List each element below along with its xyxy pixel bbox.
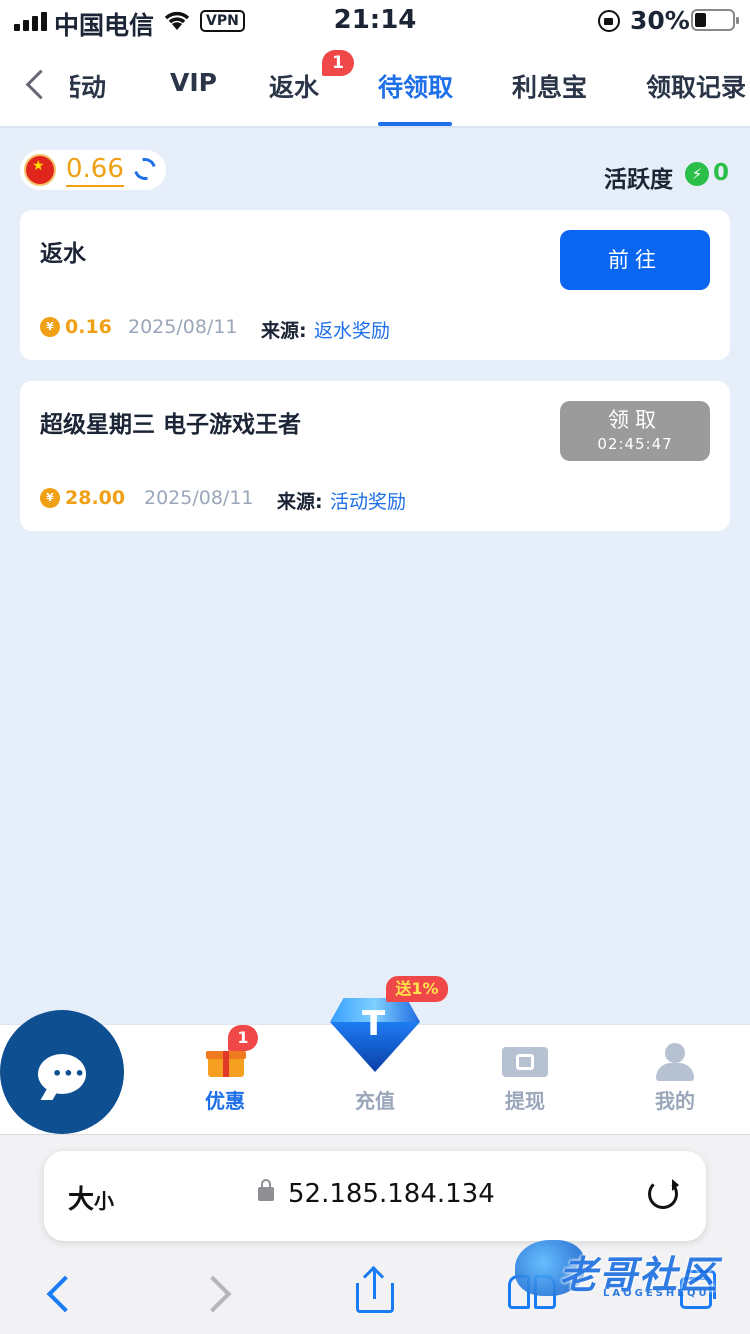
source-value: 返水奖励 — [314, 320, 391, 342]
claim-button-label: 领取 — [608, 408, 662, 432]
claim-countdown: 02:45:47 — [597, 435, 673, 453]
battery-icon — [691, 9, 739, 31]
tab-offers[interactable]: 优惠 — [150, 1025, 300, 1135]
tab-profile-label: 我的 — [655, 1089, 695, 1113]
source-label: 来源: — [261, 320, 307, 342]
deposit-promo-badge: 送1% — [386, 976, 448, 1002]
reward-card: 返水 前往 ¥ 0.16 2025/08/11 来源: 返水奖励 — [20, 210, 730, 360]
share-icon[interactable] — [356, 1269, 394, 1313]
status-bar: 中国电信 VPN 21:14 30% — [0, 0, 750, 40]
reward-card: 超级星期三 电子游戏王者 领取 02:45:47 ¥ 28.00 2025/08… — [20, 381, 730, 531]
go-button[interactable]: 前往 — [560, 230, 710, 290]
tab-claim-history[interactable]: 领取记录 — [646, 68, 746, 104]
reward-title: 返水 — [40, 241, 86, 267]
text-size-button[interactable]: 大小 — [68, 1179, 114, 1216]
tab-offers-label: 优惠 — [205, 1089, 245, 1113]
claim-button[interactable]: 领取 02:45:47 — [560, 401, 710, 461]
tab-withdraw-label: 提现 — [505, 1089, 545, 1113]
offers-badge: 1 — [228, 1025, 258, 1051]
coin-icon: ¥ — [40, 488, 60, 508]
tab-strip: 活动 VIP 返水 待领取 利息宝 领取记录 — [70, 40, 750, 128]
tab-rebate[interactable]: 返水 — [269, 68, 319, 104]
reload-icon[interactable] — [648, 1179, 679, 1209]
user-icon — [656, 1043, 694, 1081]
lock-icon — [258, 1179, 274, 1201]
activity-label: 活跃度 — [604, 167, 673, 193]
reward-date: 2025/08/11 — [128, 316, 238, 338]
orientation-lock-icon — [598, 10, 620, 32]
china-flag-icon — [24, 154, 56, 186]
watermark-subtext: LAOGESHEQU — [603, 1288, 710, 1299]
ticket-icon — [502, 1047, 548, 1077]
battery-percent: 30% — [630, 6, 690, 35]
balance-value: 0.66 — [66, 153, 124, 187]
top-nav: 活动 VIP 返水 待领取 利息宝 领取记录 1 — [0, 40, 750, 128]
tab-vip[interactable]: VIP — [170, 68, 217, 97]
tab-activity[interactable]: 活动 — [70, 68, 106, 104]
reward-amount: 0.16 — [65, 316, 112, 338]
tab-deposit-label: 充值 — [355, 1089, 395, 1113]
browser-forward-icon[interactable] — [200, 1273, 230, 1313]
tab-rebate-badge: 1 — [322, 50, 354, 76]
browser-back-icon[interactable] — [42, 1273, 72, 1313]
reward-title: 超级星期三 电子游戏王者 — [40, 412, 302, 438]
lightning-icon: ⚡ — [685, 162, 709, 186]
diamond-icon[interactable]: T — [320, 998, 430, 1078]
reward-date: 2025/08/11 — [144, 487, 254, 509]
tab-profile[interactable]: 我的 — [600, 1025, 750, 1135]
address-bar[interactable]: 大小 52.185.184.134 — [44, 1151, 706, 1241]
customer-service-button[interactable]: ••• — [0, 1010, 124, 1134]
activity-value: 0 — [713, 160, 730, 186]
tab-withdraw[interactable]: 提现 — [450, 1025, 600, 1135]
coin-icon: ¥ — [40, 317, 60, 337]
active-tab-indicator — [378, 122, 452, 126]
source-value: 活动奖励 — [330, 491, 407, 513]
watermark-logo: 老哥社区 LAOGESHEQU — [515, 1238, 735, 1308]
source-label: 来源: — [277, 491, 323, 513]
tab-interest[interactable]: 利息宝 — [512, 68, 587, 104]
back-button[interactable] — [22, 68, 52, 102]
tab-pending[interactable]: 待领取 — [378, 68, 453, 104]
reward-amount: 28.00 — [65, 487, 126, 509]
url-text: 52.185.184.134 — [288, 1179, 495, 1209]
